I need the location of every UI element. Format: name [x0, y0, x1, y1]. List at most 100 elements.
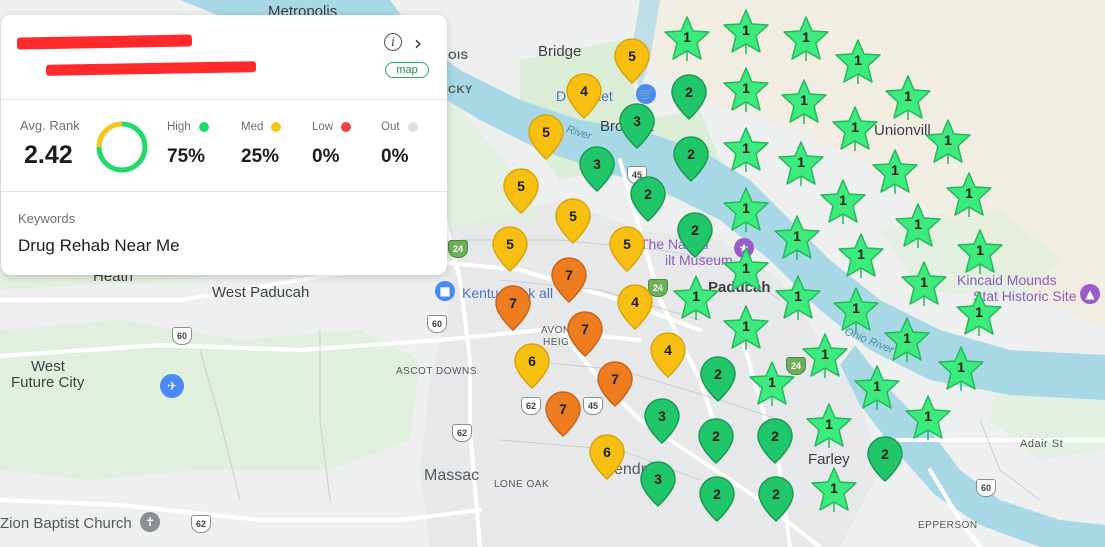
- rank-pin-marker[interactable]: 5: [609, 226, 645, 273]
- rank-star-marker[interactable]: 1: [883, 316, 931, 362]
- rank-star-marker[interactable]: 1: [945, 171, 993, 217]
- star-marker-icon: [946, 172, 992, 217]
- rank-star-marker[interactable]: 1: [884, 74, 932, 120]
- shopping-cart-icon[interactable]: 🛒: [636, 84, 656, 104]
- rank-pin-marker[interactable]: 6: [514, 343, 550, 390]
- airport-icon[interactable]: ✈: [160, 374, 184, 398]
- stat-out-value: 0%: [381, 146, 409, 167]
- rank-star-marker[interactable]: 1: [956, 228, 1004, 274]
- rank-pin-marker[interactable]: 5: [555, 198, 591, 245]
- pin-marker-icon: [630, 176, 666, 223]
- star-marker-icon: [905, 395, 951, 440]
- rank-pin-marker[interactable]: 2: [673, 136, 709, 183]
- rank-pin-marker[interactable]: 3: [579, 146, 615, 193]
- rank-pin-marker[interactable]: 5: [528, 114, 564, 161]
- shopping-bag-icon[interactable]: ■: [435, 281, 455, 301]
- historic-site-icon[interactable]: ▲: [1080, 284, 1100, 304]
- star-marker-icon: [723, 127, 769, 172]
- rank-star-marker[interactable]: 1: [831, 105, 879, 151]
- label-massac: Massac: [424, 467, 480, 484]
- pin-marker-icon: [867, 436, 903, 483]
- rank-star-marker[interactable]: 1: [894, 202, 942, 248]
- rank-star-marker[interactable]: 1: [904, 394, 952, 440]
- rank-star-marker[interactable]: 1: [853, 364, 901, 410]
- rank-pin-marker[interactable]: 2: [630, 176, 666, 223]
- rank-pin-marker[interactable]: 3: [640, 461, 676, 508]
- rank-pin-marker[interactable]: 2: [671, 74, 707, 121]
- rank-star-marker[interactable]: 1: [955, 290, 1003, 336]
- rank-pin-marker[interactable]: 2: [867, 436, 903, 483]
- rank-star-marker[interactable]: 1: [773, 214, 821, 260]
- pin-marker-icon: [758, 476, 794, 523]
- stat-out-label: Out: [381, 121, 400, 133]
- label-kincaid: Kincaid Mounds: [957, 272, 1057, 288]
- rank-star-marker[interactable]: 1: [722, 186, 770, 232]
- rank-star-marker[interactable]: 1: [900, 260, 948, 306]
- pin-marker-icon: [677, 212, 713, 259]
- rank-pin-marker[interactable]: 4: [617, 284, 653, 331]
- rank-pin-marker[interactable]: 5: [492, 226, 528, 273]
- rank-pin-marker[interactable]: 3: [644, 398, 680, 445]
- rank-pin-marker[interactable]: 7: [545, 391, 581, 438]
- rank-pin-marker[interactable]: 2: [698, 418, 734, 465]
- rank-star-marker[interactable]: 1: [663, 15, 711, 61]
- pin-marker-icon: [579, 146, 615, 193]
- rank-pin-marker[interactable]: 3: [619, 103, 655, 150]
- rank-pin-marker[interactable]: 2: [677, 212, 713, 259]
- rank-pin-marker[interactable]: 4: [566, 73, 602, 120]
- rank-star-marker[interactable]: 1: [774, 274, 822, 320]
- label-ois: OIS: [448, 50, 469, 62]
- rank-star-marker[interactable]: 1: [834, 38, 882, 84]
- rank-star-marker[interactable]: 1: [777, 140, 825, 186]
- rank-pin-marker[interactable]: 2: [757, 418, 793, 465]
- church-icon[interactable]: ✝: [140, 512, 160, 532]
- rank-star-marker[interactable]: 1: [805, 402, 853, 448]
- rank-pin-marker[interactable]: 4: [650, 332, 686, 379]
- pin-marker-icon: [567, 311, 603, 358]
- rank-star-marker[interactable]: 1: [837, 232, 885, 278]
- med-dot-icon: [271, 122, 282, 132]
- rank-star-marker[interactable]: 1: [782, 15, 830, 61]
- label-cky: CKY: [448, 84, 473, 96]
- rank-star-marker[interactable]: 1: [819, 178, 867, 224]
- redacted-business-address: [45, 61, 257, 76]
- rank-star-marker[interactable]: 1: [722, 8, 770, 54]
- avg-rank-value: 2.42: [24, 141, 73, 169]
- rank-star-marker[interactable]: 1: [832, 286, 880, 332]
- rank-star-marker[interactable]: 1: [722, 304, 770, 350]
- rank-star-marker[interactable]: 1: [810, 466, 858, 512]
- star-marker-icon: [854, 365, 900, 410]
- label-west: West: [31, 358, 65, 375]
- rank-star-marker[interactable]: 1: [871, 148, 919, 194]
- rank-pin-marker[interactable]: 2: [699, 476, 735, 523]
- rank-pin-marker[interactable]: 2: [758, 476, 794, 523]
- route-shield-62: 62: [452, 424, 472, 442]
- chevron-right-icon[interactable]: ›: [414, 31, 422, 55]
- star-marker-icon: [802, 333, 848, 378]
- rank-star-marker[interactable]: 1: [672, 274, 720, 320]
- rank-star-marker[interactable]: 1: [801, 332, 849, 378]
- rank-pin-marker[interactable]: 2: [700, 356, 736, 403]
- rank-star-marker[interactable]: 1: [780, 78, 828, 124]
- pin-marker-icon: [514, 343, 550, 390]
- map-badge[interactable]: map: [385, 62, 429, 78]
- redacted-business-name: [16, 34, 193, 50]
- info-icon[interactable]: i: [384, 33, 402, 51]
- rank-pin-marker[interactable]: 7: [597, 361, 633, 408]
- star-marker-icon: [833, 287, 879, 332]
- rank-pin-marker[interactable]: 7: [495, 285, 531, 332]
- pin-marker-icon: [619, 103, 655, 150]
- rank-star-marker[interactable]: 1: [748, 360, 796, 406]
- rank-star-marker[interactable]: 1: [722, 126, 770, 172]
- rank-pin-marker[interactable]: 7: [567, 311, 603, 358]
- rank-star-marker[interactable]: 1: [924, 118, 972, 164]
- rank-star-marker[interactable]: 1: [722, 66, 770, 112]
- star-marker-icon: [885, 75, 931, 120]
- rank-pin-marker[interactable]: 7: [551, 257, 587, 304]
- rank-pin-marker[interactable]: 6: [589, 434, 625, 481]
- rank-star-marker[interactable]: 1: [937, 345, 985, 391]
- rank-pin-marker[interactable]: 5: [503, 168, 539, 215]
- rank-star-marker[interactable]: 1: [722, 246, 770, 292]
- rank-pin-marker[interactable]: 5: [614, 38, 650, 85]
- pin-marker-icon: [650, 332, 686, 379]
